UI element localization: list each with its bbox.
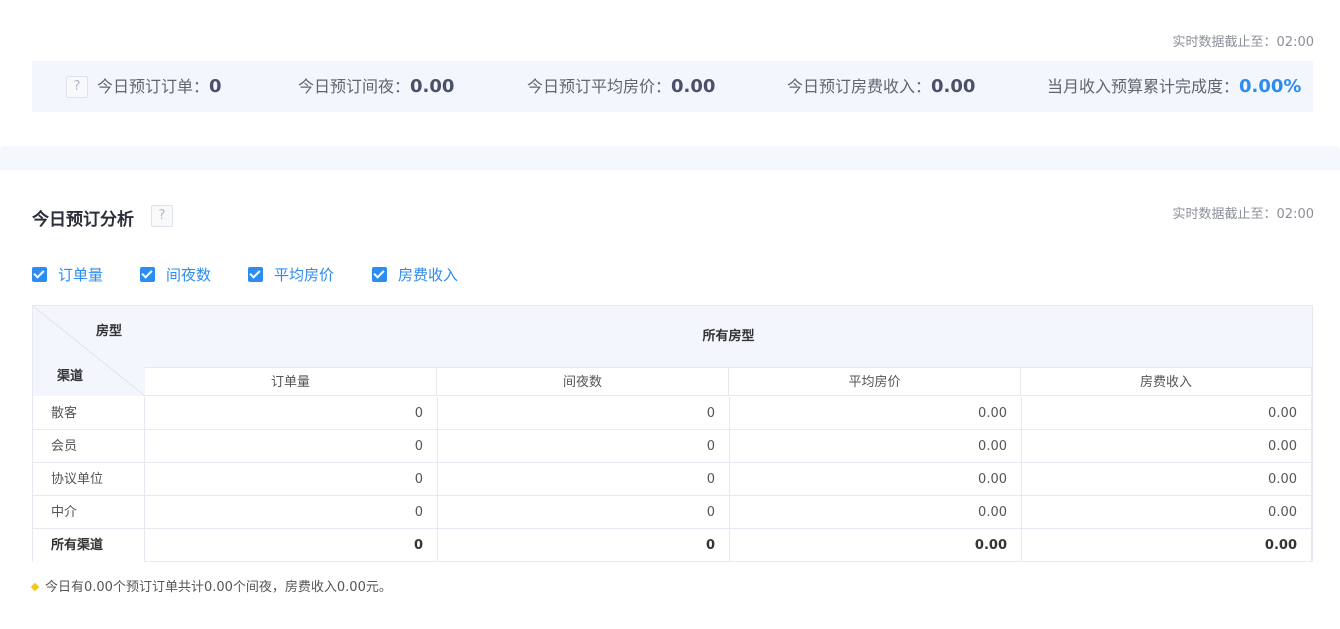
row-channel-name: 协议单位 — [33, 463, 145, 496]
table-cell: 0.00 — [1022, 430, 1312, 463]
table-cell: 0 — [145, 529, 438, 562]
summary-bar: ? 今日预订订单：0 今日预订间夜：0.00 今日预订平均房价：0.00 今日预… — [32, 61, 1313, 112]
row-channel-name: 会员 — [33, 430, 145, 463]
table-cell: 0 — [145, 430, 438, 463]
checkbox-checked-icon[interactable] — [140, 266, 155, 282]
checkbox-label[interactable]: 间夜数 — [166, 264, 211, 285]
table-cell: 0.00 — [730, 496, 1022, 529]
checkbox-label[interactable]: 订单量 — [58, 264, 103, 285]
table-cell: 0 — [438, 430, 730, 463]
stat-label: 当月收入预算累计完成度： — [1047, 77, 1240, 96]
realtime-timestamp: 实时数据截止至：02:00 — [1172, 35, 1314, 50]
table-cell: 0.00 — [730, 397, 1022, 430]
stat-today-orders: 今日预订订单：0 — [97, 76, 222, 98]
column-header-room-nights[interactable]: 间夜数 — [437, 367, 729, 396]
checkbox-checked-icon[interactable] — [372, 266, 387, 282]
checkbox-label[interactable]: 平均房价 — [274, 264, 334, 285]
realtime-timestamp: 实时数据截止至：02:00 — [1172, 207, 1314, 222]
stat-value: 0.00 — [931, 76, 976, 97]
table-cell: 0 — [438, 529, 730, 562]
stat-value: 0.00 — [410, 76, 455, 97]
booking-analysis-table: 房型 渠道 所有房型 订单量 间夜数 平均房价 房费收入 散客 0 0 0.00… — [32, 305, 1313, 562]
corner-channel-label: 渠道 — [57, 369, 84, 384]
table-row-total: 所有渠道 0 0 0.00 0.00 — [33, 529, 1312, 562]
bullet-diamond-icon — [30, 582, 40, 591]
summary-note-text: 今日有0.00个预订订单共计0.00个间夜，房费收入0.00元。 — [45, 580, 392, 595]
table-cell: 0.00 — [730, 463, 1022, 496]
row-channel-name: 所有渠道 — [33, 529, 145, 562]
stat-label: 今日预订房费收入： — [787, 77, 932, 96]
table-cell: 0 — [438, 463, 730, 496]
table-cell: 0.00 — [730, 529, 1022, 562]
table-cell: 0 — [438, 496, 730, 529]
corner-diagonal-line — [33, 306, 145, 396]
section-title: 今日预订分析 — [32, 210, 134, 230]
checkbox-orders[interactable]: 订单量 — [32, 264, 103, 284]
row-channel-name: 中介 — [33, 496, 145, 529]
table-row: 散客 0 0 0.00 0.00 — [33, 397, 1312, 430]
checkbox-room-revenue[interactable]: 房费收入 — [372, 264, 458, 284]
table-cell: 0.00 — [1022, 463, 1312, 496]
checkbox-avg-rate[interactable]: 平均房价 — [248, 264, 334, 284]
column-group-title: 所有房型 — [702, 329, 755, 344]
column-header-avg-rate[interactable]: 平均房价 — [729, 367, 1021, 396]
stat-label: 今日预订间夜： — [298, 77, 411, 96]
table-cell: 0 — [145, 496, 438, 529]
stat-value: 0.00 — [671, 76, 716, 97]
section-divider — [0, 146, 1340, 170]
table-cell: 0 — [145, 397, 438, 430]
table-cell: 0.00 — [730, 430, 1022, 463]
checkbox-checked-icon[interactable] — [32, 266, 47, 282]
stat-value: 0.00% — [1239, 76, 1302, 97]
stat-value: 0 — [209, 76, 222, 97]
corner-room-type-label: 房型 — [96, 324, 123, 339]
table-row: 会员 0 0 0.00 0.00 — [33, 430, 1312, 463]
table-corner-header: 房型 渠道 — [33, 306, 145, 396]
row-channel-name: 散客 — [33, 397, 145, 430]
stat-label: 今日预订订单： — [97, 77, 210, 96]
table-cell: 0 — [438, 397, 730, 430]
table-cell: 0.00 — [1022, 529, 1312, 562]
table-row: 中介 0 0 0.00 0.00 — [33, 496, 1312, 529]
table-row: 协议单位 0 0 0.00 0.00 — [33, 463, 1312, 496]
stat-today-room-nights: 今日预订间夜：0.00 — [298, 76, 454, 98]
summary-note: 今日有0.00个预订订单共计0.00个间夜，房费收入0.00元。 — [30, 580, 392, 596]
help-icon[interactable]: ? — [151, 205, 173, 227]
column-header-orders[interactable]: 订单量 — [145, 367, 437, 396]
column-header-room-revenue[interactable]: 房费收入 — [1021, 367, 1312, 396]
table-cell: 0.00 — [1022, 496, 1312, 529]
table-cell: 0 — [145, 463, 438, 496]
checkbox-checked-icon[interactable] — [248, 266, 263, 282]
help-icon[interactable]: ? — [66, 76, 88, 98]
checkbox-room-nights[interactable]: 间夜数 — [140, 264, 211, 284]
stat-budget-completion: 当月收入预算累计完成度：0.00% — [1047, 76, 1301, 98]
table-cell: 0.00 — [1022, 397, 1312, 430]
checkbox-label[interactable]: 房费收入 — [398, 264, 458, 285]
stat-today-room-revenue: 今日预订房费收入：0.00 — [787, 76, 975, 98]
stat-today-avg-rate: 今日预订平均房价：0.00 — [527, 76, 715, 98]
stat-label: 今日预订平均房价： — [527, 77, 672, 96]
